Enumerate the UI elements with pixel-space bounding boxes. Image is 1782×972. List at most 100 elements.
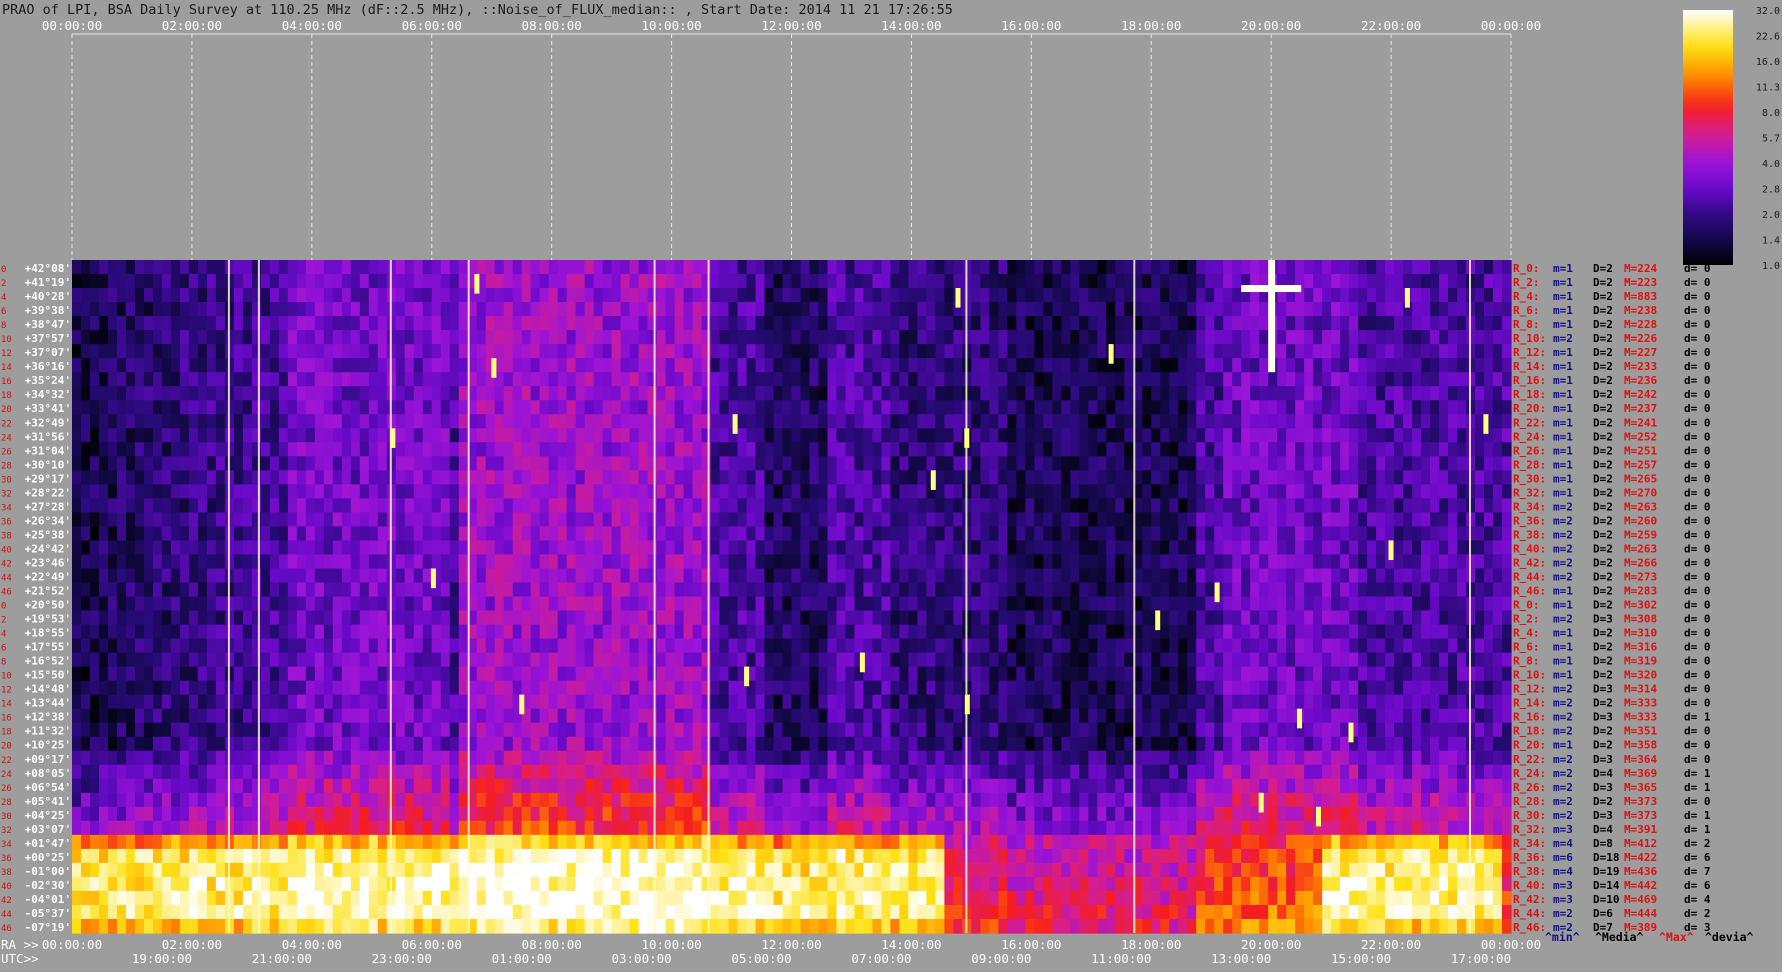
heatmap-cell [540, 372, 550, 387]
heatmap-cell [270, 498, 280, 513]
heatmap-cell [594, 428, 604, 443]
heatmap-cell [1106, 597, 1116, 612]
heatmap-cell [809, 568, 819, 583]
heatmap-cell [630, 288, 640, 303]
heatmap-cell [1250, 400, 1260, 415]
heatmap-cell [243, 442, 253, 457]
heatmap-cell [1304, 470, 1314, 485]
heatmap-cell [1169, 358, 1179, 373]
heatmap-cell [953, 358, 963, 373]
heatmap-cell [135, 681, 145, 696]
heatmap-cell [971, 597, 981, 612]
heatmap-cell [252, 639, 262, 654]
heatmap-cell [765, 639, 775, 654]
heatmap-cell [657, 288, 667, 303]
heatmap-cell [99, 695, 109, 710]
heatmap-cell [854, 260, 864, 275]
heatmap-cell [1349, 330, 1359, 345]
heatmap-cell [684, 484, 694, 499]
heatmap-cell [171, 582, 181, 597]
heatmap-cell [1367, 526, 1377, 541]
heatmap-cell [1304, 568, 1314, 583]
heatmap-cell [423, 400, 433, 415]
heatmap-cell [747, 639, 757, 654]
heatmap-cell [1484, 653, 1494, 668]
heatmap-cell [1034, 386, 1044, 401]
heatmap-cell [1349, 681, 1359, 696]
heatmap-cell [108, 597, 118, 612]
heatmap-cell [576, 358, 586, 373]
heatmap-cell [153, 597, 163, 612]
heatmap-cell [917, 653, 927, 668]
heatmap-cell [1259, 316, 1269, 331]
heatmap-cell [971, 400, 981, 415]
heatmap-cell [1457, 498, 1467, 513]
heatmap-cell [540, 358, 550, 373]
heatmap-cell [926, 372, 936, 387]
heatmap-cell [207, 470, 217, 485]
heatmap-cell [1295, 428, 1305, 443]
heatmap-cell [1376, 372, 1386, 387]
heatmap-cell [1196, 667, 1206, 682]
heatmap-cell [288, 414, 298, 429]
heatmap-cell [809, 681, 819, 696]
heatmap-cell [1241, 540, 1251, 555]
heatmap-cell [459, 484, 469, 499]
heatmap-cell [1484, 288, 1494, 303]
heatmap-cell [926, 260, 936, 275]
heatmap-cell [504, 540, 514, 555]
heatmap-cell [1439, 316, 1449, 331]
heatmap-cell [1493, 554, 1503, 569]
heatmap-cell [881, 260, 891, 275]
heatmap-cell [333, 554, 343, 569]
heatmap-cell [666, 484, 676, 499]
heatmap-cell [800, 316, 810, 331]
heatmap-cell [1241, 372, 1251, 387]
heatmap-cell [351, 288, 361, 303]
heatmap-cell [818, 597, 828, 612]
heatmap-cell [207, 414, 217, 429]
heatmap-cell [459, 344, 469, 359]
heatmap-cell [405, 568, 415, 583]
heatmap-cell [153, 625, 163, 640]
heatmap-cell [477, 625, 487, 640]
heatmap-cell [189, 316, 199, 331]
heatmap-cell [944, 526, 954, 541]
heatmap-cell [1070, 540, 1080, 555]
heatmap-cell [414, 372, 424, 387]
heatmap-cell [441, 540, 451, 555]
heatmap-cell [1142, 484, 1152, 499]
heatmap-cell [198, 639, 208, 654]
heatmap-cell [845, 639, 855, 654]
heatmap-cell [144, 554, 154, 569]
heatmap-cell [1169, 611, 1179, 626]
heatmap-cell [1169, 498, 1179, 513]
heatmap-cell [1115, 611, 1125, 626]
heatmap-cell [1340, 526, 1350, 541]
heatmap-cell [297, 639, 307, 654]
heatmap-cell [252, 597, 262, 612]
heatmap-cell [1421, 470, 1431, 485]
heatmap-cell [1079, 611, 1089, 626]
heatmap-cell [702, 442, 712, 457]
heatmap-cell [872, 330, 882, 345]
heatmap-cell [774, 302, 784, 317]
heatmap-cell [270, 456, 280, 471]
heatmap-cell [540, 288, 550, 303]
heatmap-cell [360, 540, 370, 555]
heatmap-cell [1367, 625, 1377, 640]
heatmap-cell [459, 597, 469, 612]
heatmap-cell [333, 667, 343, 682]
heatmap-cell [1376, 653, 1386, 668]
heatmap-cell [270, 358, 280, 373]
heatmap-cell [558, 400, 568, 415]
heatmap-cell [989, 597, 999, 612]
heatmap-cell [603, 344, 613, 359]
heatmap-cell [477, 681, 487, 696]
heatmap-cell [603, 456, 613, 471]
heatmap-cell [899, 498, 909, 513]
heatmap-cell [576, 653, 586, 668]
heatmap-cell [1097, 597, 1107, 612]
heatmap-cell [198, 386, 208, 401]
heatmap-cell [818, 288, 828, 303]
